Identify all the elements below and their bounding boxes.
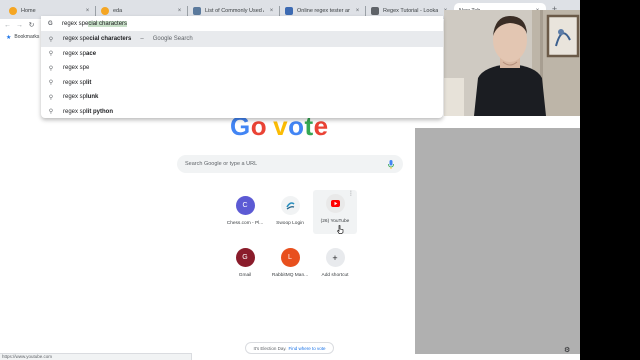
google-g-icon: G [48, 20, 53, 27]
tab-title: eda [113, 8, 123, 14]
search-box[interactable]: Search Google or type a URL [177, 155, 403, 173]
close-icon[interactable]: × [268, 8, 275, 14]
bookmarks-label[interactable]: Bookmarks [14, 34, 39, 40]
tab-favicon [193, 7, 201, 15]
shortcut-label: Gmail [238, 273, 252, 278]
search-placeholder: Search Google or type a URL [185, 161, 258, 167]
add-shortcut-button[interactable]: + Add shortcut [313, 244, 357, 286]
tab-favicon [9, 7, 17, 15]
youtube-logo-icon [325, 194, 345, 213]
suggestion-item[interactable]: ⚲ regex split [41, 76, 443, 91]
swoop-logo-icon [280, 196, 300, 215]
page-strip [443, 116, 580, 128]
black-bar [580, 0, 640, 360]
hand-cursor-icon [337, 225, 344, 236]
search-icon: ⚲ [48, 51, 54, 58]
star-icon: ★ [6, 34, 12, 41]
omnibox-dropdown: G regex special characters ⚲ regex speci… [41, 16, 443, 118]
suggestion-completion: lit python [86, 108, 114, 115]
back-icon[interactable]: ← [3, 21, 12, 30]
suggestion-item[interactable]: ⚲ regex split python [41, 105, 443, 120]
suggestion-item[interactable]: ⚲ regex special characters – Google Sear… [41, 32, 443, 47]
election-day-promo: It's Election Day. Find where to vote [245, 342, 334, 354]
forward-icon[interactable]: → [15, 21, 24, 30]
suggestion-prefix: regex sp [63, 108, 87, 115]
shortcut-label: Swoop Login [276, 221, 304, 226]
close-icon[interactable]: × [176, 8, 183, 14]
suggestion-prefix: regex spe [63, 65, 90, 72]
close-icon[interactable]: × [84, 8, 91, 14]
webcam-video [444, 10, 580, 116]
suggestion-text: regex split [63, 80, 91, 86]
shortcut-label: (26) YouTube [320, 219, 350, 224]
omnibox-typed-text: regex spe [62, 20, 89, 27]
suggestion-text: regex spe [63, 65, 89, 71]
omnibox-input[interactable]: regex special characters [62, 20, 128, 27]
election-text: It's Election Day. [253, 345, 287, 351]
suggestion-completion: lunk [86, 94, 99, 101]
suggestion-completion: lit [86, 79, 92, 86]
grey-panel [415, 128, 580, 354]
suggestion-completion: cial characters [89, 36, 132, 43]
shortcut-label: Chess.com - Pl... [226, 221, 264, 226]
shortcut-youtube[interactable]: ⋮ (26) YouTube [313, 190, 357, 234]
tab-favicon [285, 7, 293, 15]
tab-title: Home [21, 8, 36, 14]
suggestion-completion: ace [86, 50, 97, 57]
suggestion-prefix: regex spe [63, 36, 90, 43]
suggestion-item[interactable]: ⚲ regex spe [41, 61, 443, 76]
tab-title: Online regex tester and de... [297, 8, 350, 14]
reload-icon[interactable]: ↻ [27, 21, 36, 30]
status-url: https://www.youtube.com [0, 353, 192, 360]
omnibox[interactable]: G regex special characters [41, 16, 443, 32]
shortcut-label: Add shortcut [321, 273, 349, 278]
tab-favicon [101, 7, 109, 15]
tab-title: List of Commonly Used Al... [205, 8, 264, 14]
shortcut-icon: G [235, 248, 255, 267]
suggestion-item[interactable]: ⚲ regex space [41, 47, 443, 62]
shortcut-rabbitmq[interactable]: L RabbitMQ Man... [268, 244, 312, 286]
suggestion-text: regex special characters [63, 36, 131, 42]
search-icon: ⚲ [48, 80, 54, 87]
search-icon: ⚲ [48, 36, 54, 43]
suggestion-text: regex split python [63, 109, 113, 115]
omnibox-autocomplete: cial characters [88, 20, 128, 27]
microphone-icon[interactable] [385, 159, 397, 169]
shortcut-gmail[interactable]: G Gmail [223, 244, 267, 286]
search-icon: ⚲ [48, 65, 54, 72]
shortcut-chess[interactable]: C Chess.com - Pl... [223, 192, 267, 234]
search-icon: ⚲ [48, 94, 54, 101]
suggestion-text: regex splunk [63, 94, 98, 100]
shortcut-label: RabbitMQ Man... [271, 273, 309, 278]
shortcut-swoop[interactable]: Swoop Login [268, 192, 312, 234]
suggestion-prefix: regex sp [63, 94, 87, 101]
suggestion-item[interactable]: ⚲ regex splunk [41, 90, 443, 105]
tab-favicon [371, 7, 379, 15]
shortcut-icon: L [280, 248, 300, 267]
plus-icon: + [325, 248, 345, 267]
shortcut-icon: C [235, 196, 255, 215]
election-link[interactable]: Find where to vote [289, 346, 326, 351]
suggestion-source: Google Search [152, 36, 193, 43]
search-icon: ⚲ [48, 109, 54, 116]
tab-title: Regex Tutorial - Lookaheac [383, 8, 438, 14]
suggestion-separator: – [140, 36, 144, 43]
suggestion-prefix: regex sp [63, 79, 87, 86]
gear-icon[interactable]: ⚙ [564, 346, 570, 354]
more-options-icon[interactable]: ⋮ [348, 191, 354, 197]
suggestion-prefix: regex sp [63, 50, 87, 57]
suggestion-text: regex space [63, 51, 96, 57]
close-icon[interactable]: × [354, 8, 361, 14]
